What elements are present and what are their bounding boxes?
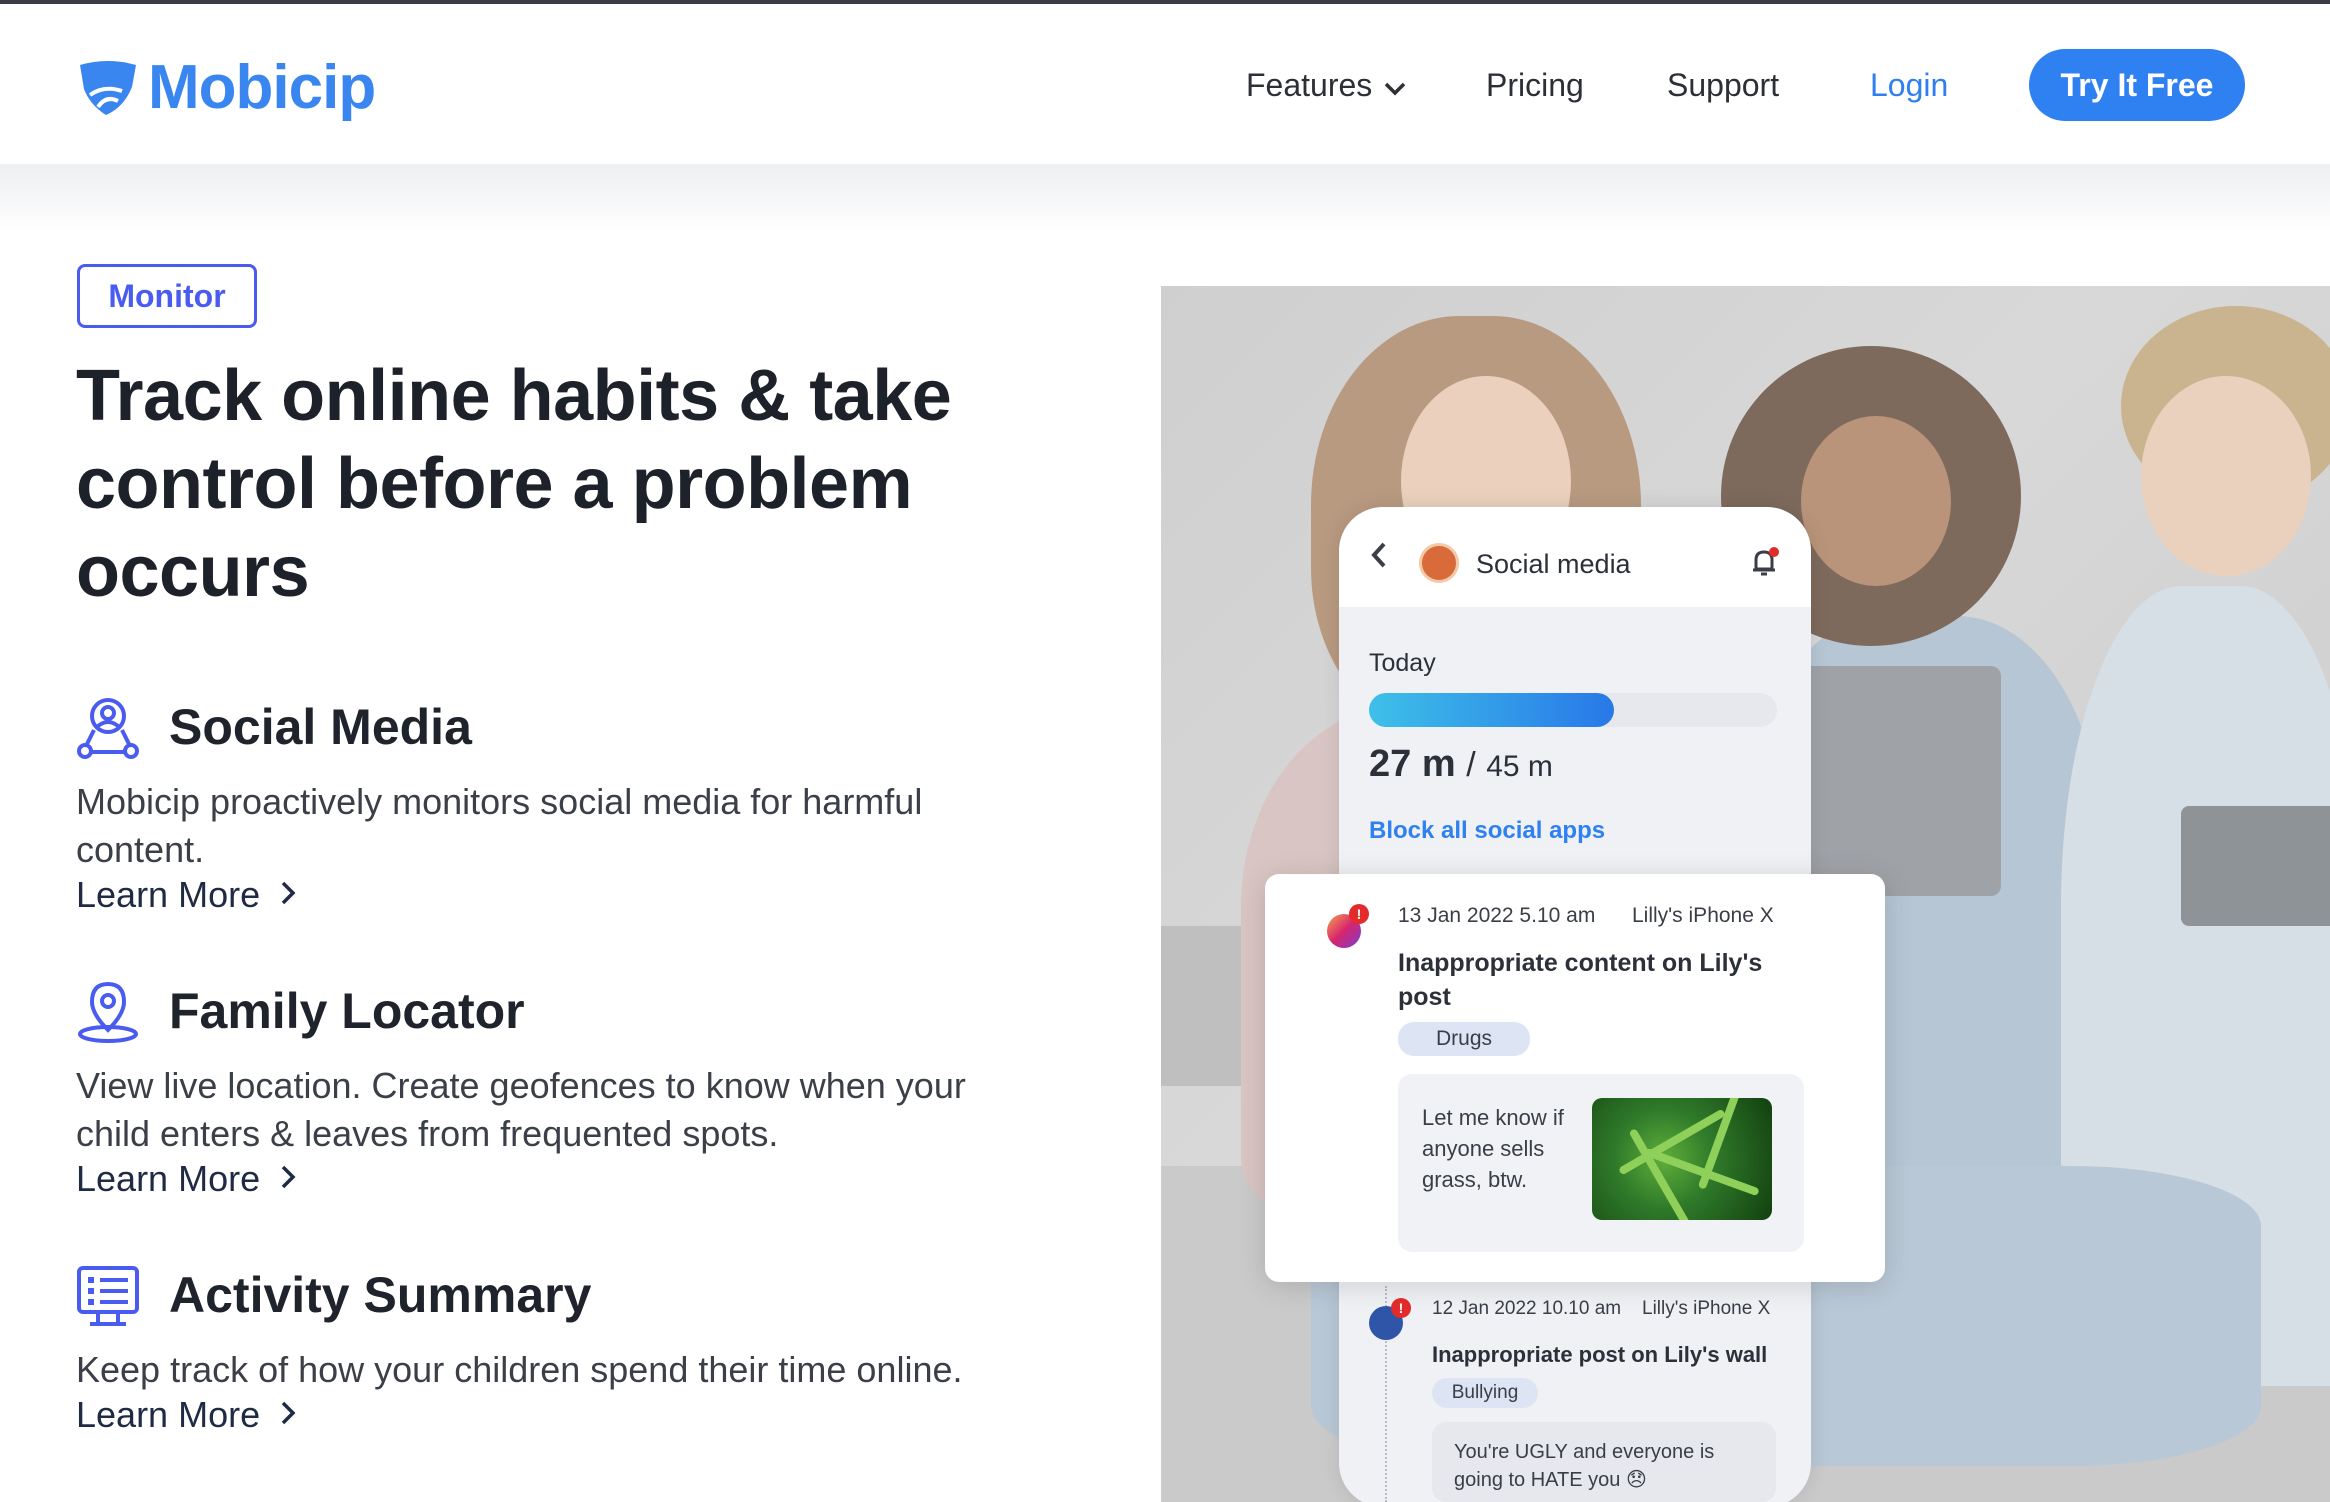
usage-progress-bar	[1369, 693, 1777, 727]
usage-readout: 27 m / 45 m	[1369, 743, 1553, 786]
alert-message: You're UGLY and everyone is going to HAT…	[1432, 1422, 1776, 1502]
learn-more-link[interactable]: Learn More	[76, 1158, 296, 1200]
mobicip-shield-icon	[80, 61, 136, 115]
nav-support[interactable]: Support	[1667, 60, 1779, 110]
usage-progress-fill	[1369, 693, 1614, 727]
feature-title: Family Locator	[169, 983, 525, 1039]
alert-title: Inappropriate post on Lily's wall	[1432, 1342, 1768, 1367]
usage-separator: /	[1466, 746, 1476, 784]
feature-title: Activity Summary	[169, 1267, 592, 1323]
feature-description: View live location. Create geofences to …	[76, 1065, 966, 1154]
alert-title: Inappropriate content on Lily's post	[1398, 949, 1763, 1011]
alert-tag: Drugs	[1398, 1022, 1530, 1056]
phone-header: Social media	[1339, 507, 1811, 607]
today-label: Today	[1369, 649, 1436, 677]
alert-dot-icon: !	[1391, 1298, 1411, 1318]
nav-login[interactable]: Login	[1870, 60, 1948, 110]
avatar	[1419, 543, 1459, 583]
monitor-badge: Monitor	[77, 264, 257, 328]
alert-device: Lilly's iPhone X	[1632, 904, 1774, 927]
chevron-right-icon	[280, 876, 296, 915]
site-header: Mobicip	[0, 4, 2330, 164]
cannabis-leaf-image	[1592, 1098, 1772, 1220]
feature-title: Social Media	[169, 699, 472, 755]
alert-card[interactable]: ! 13 Jan 2022 5.10 am Lilly's iPhone X I…	[1265, 874, 1885, 1282]
photo-kid-3-face	[2141, 376, 2311, 576]
chevron-right-icon	[280, 1396, 296, 1435]
activity-list-icon	[77, 1266, 139, 1326]
alert-date: 13 Jan 2022 5.10 am	[1398, 904, 1596, 927]
usage-limit: 45 m	[1486, 750, 1553, 783]
try-it-free-button[interactable]: Try It Free	[2029, 49, 2245, 121]
alert-dot-icon: !	[1349, 904, 1369, 924]
nav-features[interactable]: Features	[1246, 60, 1406, 110]
block-all-social-apps-link[interactable]: Block all social apps	[1369, 817, 1605, 845]
usage-used: 27 m	[1369, 743, 1456, 785]
alert-message-text: Let me know if anyone sells grass, btw.	[1422, 1105, 1564, 1192]
feature-description: Mobicip proactively monitors social medi…	[76, 781, 923, 870]
alert-message: Let me know if anyone sells grass, btw.	[1398, 1074, 1804, 1252]
learn-more-label: Learn More	[76, 874, 261, 915]
alert-tag: Bullying	[1432, 1378, 1538, 1408]
alert-device: Lilly's iPhone X	[1642, 1298, 1771, 1319]
learn-more-link[interactable]: Learn More	[76, 1394, 296, 1436]
alert-message-text: You're UGLY and everyone is going to HAT…	[1454, 1441, 1715, 1491]
nav-features-label: Features	[1246, 66, 1373, 103]
photo-tablet	[2181, 806, 2330, 926]
logo-text: Mobicip	[148, 52, 376, 122]
chevron-down-icon	[1384, 67, 1406, 104]
photo-kid-2-face	[1801, 416, 1951, 586]
hero-headline: Track online habits & take control befor…	[76, 356, 952, 612]
phone-screen-title: Social media	[1476, 549, 1631, 579]
bell-icon[interactable]	[1747, 545, 1781, 579]
chevron-right-icon	[280, 1160, 296, 1199]
learn-more-link[interactable]: Learn More	[76, 874, 296, 916]
learn-more-label: Learn More	[76, 1158, 261, 1199]
logo[interactable]: Mobicip	[76, 52, 376, 122]
back-arrow-icon[interactable]	[1369, 537, 1389, 579]
alert-date: 12 Jan 2022 10.10 am	[1432, 1298, 1622, 1319]
social-media-icon	[77, 698, 139, 759]
nav-pricing[interactable]: Pricing	[1486, 60, 1584, 110]
location-pin-icon	[78, 981, 138, 1043]
learn-more-label: Learn More	[76, 1394, 261, 1435]
header-shadow	[0, 164, 2330, 234]
feature-description: Keep track of how your children spend th…	[76, 1349, 963, 1390]
